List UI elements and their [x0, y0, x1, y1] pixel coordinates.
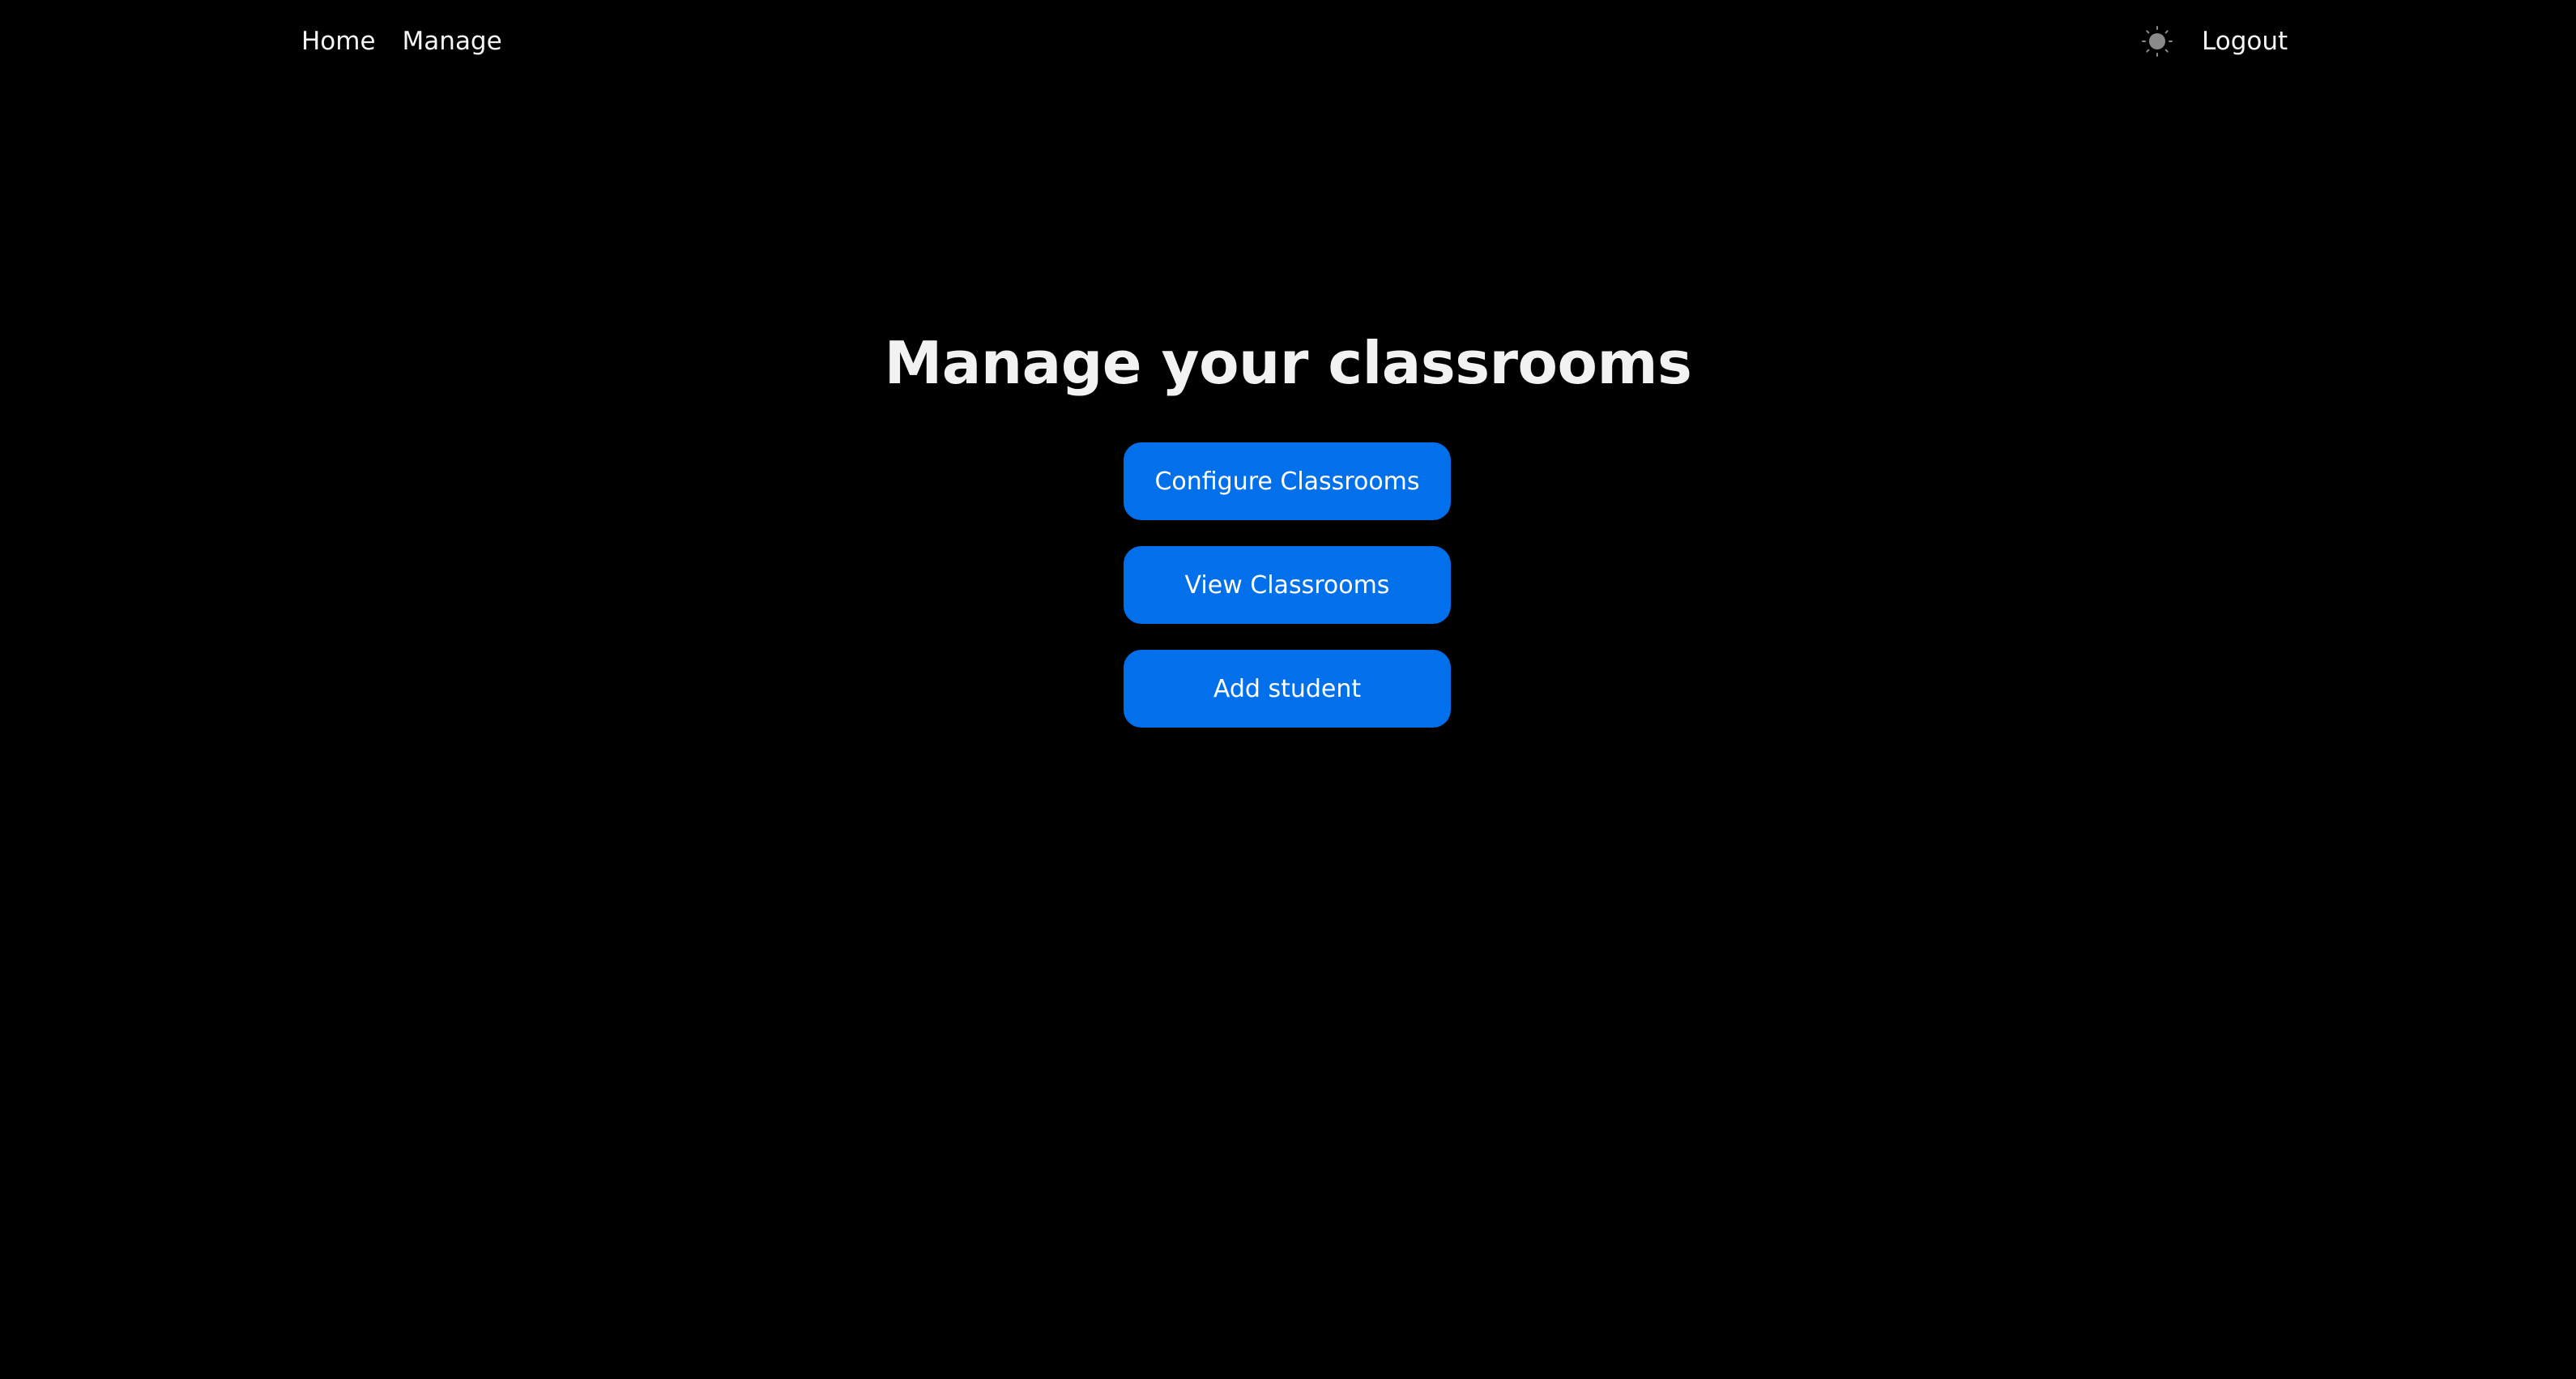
nav-link-manage[interactable]: Manage [403, 24, 502, 58]
page-title: Manage your classrooms [884, 329, 1692, 397]
sun-icon-graphic [2142, 26, 2173, 57]
configure-classrooms-button[interactable]: Configure Classrooms [1124, 442, 1451, 520]
view-classrooms-button[interactable]: View Classrooms [1124, 546, 1451, 624]
add-student-button[interactable]: Add student [1124, 650, 1451, 728]
sun-icon[interactable] [2139, 24, 2176, 58]
top-navigation: Home Manage Logout [0, 0, 2576, 84]
logout-link[interactable]: Logout [2202, 24, 2288, 58]
nav-actions: Logout [2139, 24, 2288, 58]
nav-links: Home Manage [301, 24, 502, 58]
nav-link-home[interactable]: Home [301, 24, 376, 58]
